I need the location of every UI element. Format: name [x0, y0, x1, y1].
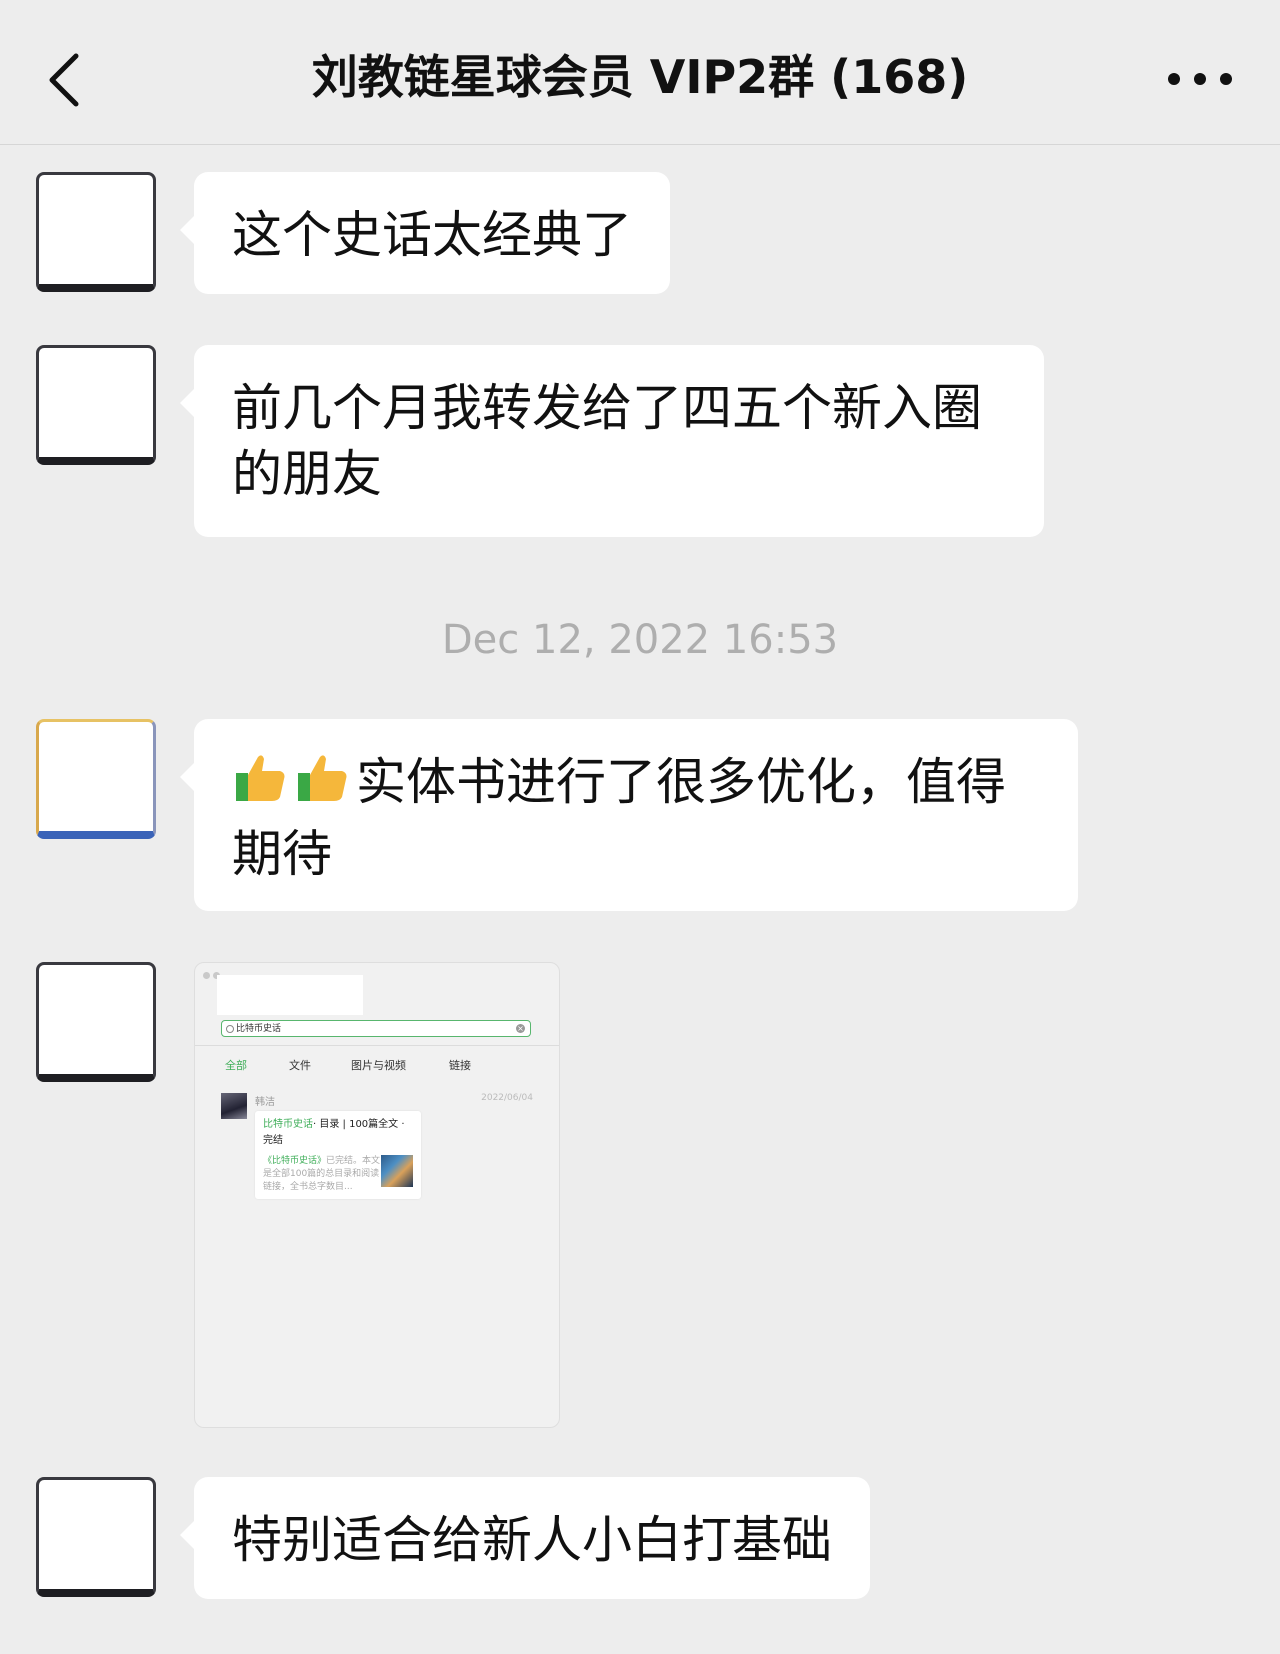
avatar[interactable]	[36, 1477, 156, 1597]
tab-media: 图片与视频	[351, 1059, 406, 1072]
message-text: 特别适合给新人小白打基础	[232, 1511, 832, 1569]
avatar	[221, 1093, 247, 1119]
divider	[195, 1045, 559, 1046]
message-bubble[interactable]: 前几个月我转发给了四五个新入圈的朋友	[180, 345, 1044, 537]
message-bubble[interactable]: 这个史话太经典了	[180, 172, 670, 294]
message-bubble[interactable]: 实体书进行了很多优化，值得期待	[180, 719, 1078, 911]
message-text: 前几个月我转发给了四五个新入圈的朋友	[232, 379, 982, 503]
message-text: 这个史话太经典了	[232, 206, 632, 264]
tab-all: 全部	[225, 1059, 247, 1072]
search-value: 比特币史话	[236, 1024, 282, 1034]
image-message[interactable]: 比特币史话 × 全部 文件 图片与视频 链接 韩洁 2022/06/04 比特币…	[194, 962, 560, 1428]
avatar[interactable]	[36, 719, 156, 839]
thumbs-up-icon	[232, 749, 288, 821]
thumbs-up-icon	[294, 749, 350, 821]
search-icon	[226, 1025, 234, 1033]
redacted-block	[217, 975, 363, 1015]
chat-header: 刘教链星球会员 VIP2群 (168)	[0, 0, 1280, 145]
card-title: 比特币史话· 目录 | 100篇全文 · 完结	[263, 1119, 405, 1146]
chat-title: 刘教链星球会员 VIP2群 (168)	[311, 50, 969, 104]
chevron-left-icon	[49, 53, 79, 107]
message-bubble[interactable]: 特别适合给新人小白打基础	[180, 1477, 870, 1599]
search-field: 比特币史话 ×	[221, 1020, 531, 1037]
back-button[interactable]	[40, 44, 100, 114]
avatar[interactable]	[36, 345, 156, 465]
message-timestamp: Dec 12, 2022 16:53	[441, 617, 839, 663]
tab-files: 文件	[289, 1059, 311, 1072]
more-dots-icon	[1168, 73, 1232, 85]
more-button[interactable]	[1160, 58, 1240, 100]
clear-icon: ×	[516, 1024, 525, 1033]
card-description: 《比特币史话》已完结。本文是全部100篇的总目录和阅读链接，全书总字数目...	[263, 1156, 381, 1192]
tab-links: 链接	[449, 1059, 471, 1072]
card-thumbnail	[381, 1155, 413, 1187]
link-card: 比特币史话· 目录 | 100篇全文 · 完结 《比特币史话》已完结。本文是全部…	[255, 1111, 421, 1199]
sender-name: 韩洁	[255, 1097, 275, 1108]
avatar[interactable]	[36, 962, 156, 1082]
message-date: 2022/06/04	[481, 1093, 533, 1103]
avatar[interactable]	[36, 172, 156, 292]
